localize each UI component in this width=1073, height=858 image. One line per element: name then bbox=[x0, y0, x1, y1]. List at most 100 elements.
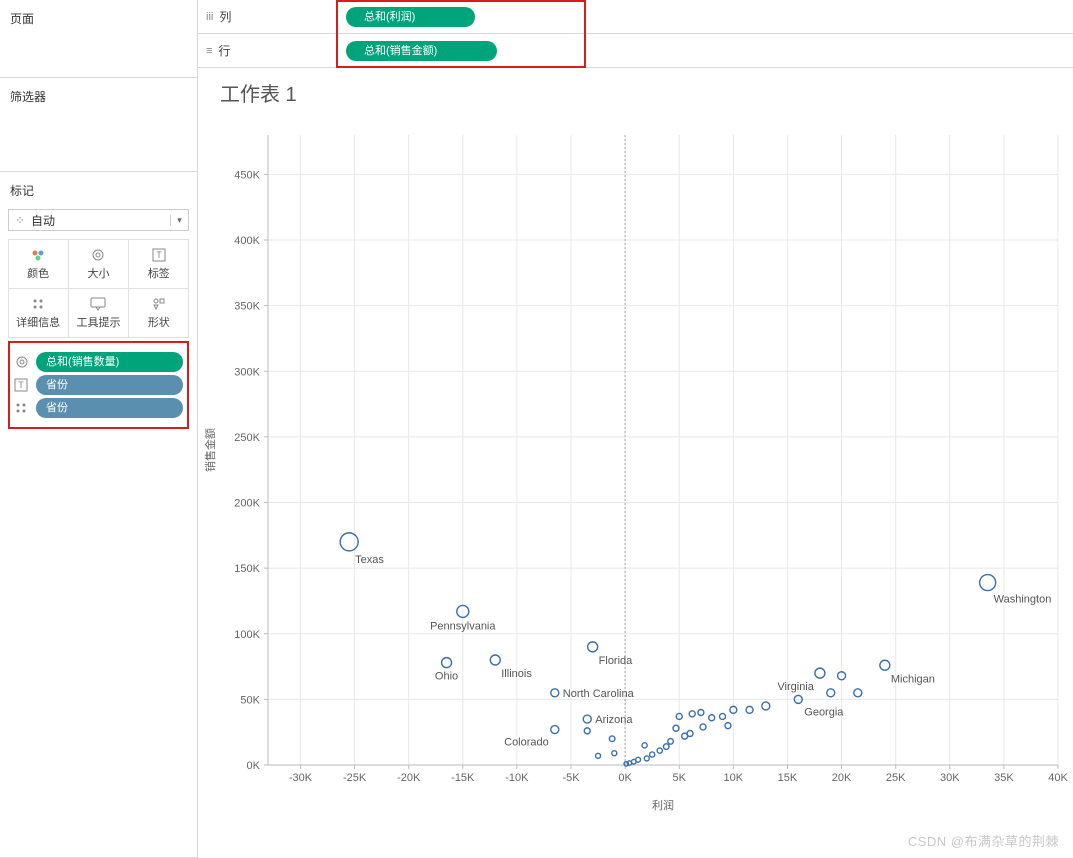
data-point[interactable] bbox=[663, 744, 669, 750]
data-point[interactable] bbox=[980, 575, 996, 591]
marks-type-dropdown[interactable]: ⁘ 自动 ▾ bbox=[8, 209, 189, 231]
data-point[interactable] bbox=[698, 710, 704, 716]
drop-size-sales-qty[interactable]: 总和(销售数量) bbox=[36, 352, 183, 372]
shape-auto-icon: ⁘ bbox=[9, 214, 31, 227]
svg-text:400K: 400K bbox=[234, 235, 260, 247]
svg-text:20K: 20K bbox=[832, 772, 852, 784]
data-point[interactable] bbox=[815, 668, 825, 678]
data-point[interactable] bbox=[490, 655, 500, 665]
data-point[interactable] bbox=[709, 715, 715, 721]
marks-color-icon bbox=[31, 247, 45, 263]
marks-title: 标记 bbox=[8, 178, 189, 203]
svg-text:0K: 0K bbox=[247, 760, 261, 772]
point-label: Illinois bbox=[501, 668, 532, 680]
data-point[interactable] bbox=[854, 689, 862, 697]
svg-text:35K: 35K bbox=[994, 772, 1014, 784]
marks-label-icon: T bbox=[152, 247, 166, 263]
worksheet-title[interactable]: 工作表 1 bbox=[198, 78, 1073, 107]
marks-color-label: 颜色 bbox=[27, 265, 49, 281]
data-point[interactable] bbox=[642, 743, 647, 748]
visualization-area: 工作表 1 -30K-25K-20K-15K-10K-5K0K5K10K15K2… bbox=[198, 68, 1073, 858]
data-point[interactable] bbox=[624, 762, 628, 766]
data-point[interactable] bbox=[689, 711, 695, 717]
marks-shape[interactable]: 形状 bbox=[128, 288, 189, 338]
data-point[interactable] bbox=[673, 725, 679, 731]
marks-detail[interactable]: 详细信息 bbox=[8, 288, 69, 338]
data-point[interactable] bbox=[340, 533, 358, 551]
data-point[interactable] bbox=[746, 706, 753, 713]
svg-text:利润: 利润 bbox=[652, 798, 674, 812]
drop-detail-province[interactable]: 省份 bbox=[36, 398, 183, 418]
data-point[interactable] bbox=[551, 689, 559, 697]
svg-text:-10K: -10K bbox=[505, 772, 529, 784]
svg-text:-30K: -30K bbox=[289, 772, 313, 784]
data-point[interactable] bbox=[700, 724, 706, 730]
data-point[interactable] bbox=[612, 751, 617, 756]
marks-detail-icon bbox=[31, 296, 45, 312]
svg-text:40K: 40K bbox=[1048, 772, 1068, 784]
columns-pill-profit[interactable]: 总和(利润) bbox=[346, 7, 475, 27]
data-point[interactable] bbox=[682, 733, 688, 739]
rows-shelf[interactable]: ≡ 行 总和(销售金额) bbox=[198, 34, 1073, 68]
data-point[interactable] bbox=[644, 756, 649, 761]
point-label: Colorado bbox=[504, 737, 549, 749]
data-point[interactable] bbox=[584, 728, 590, 734]
data-point[interactable] bbox=[583, 715, 591, 723]
point-label: Georgia bbox=[804, 706, 844, 718]
svg-text:10K: 10K bbox=[724, 772, 744, 784]
svg-text:T: T bbox=[18, 380, 24, 390]
drop-label-province-icon: T bbox=[14, 378, 30, 392]
rows-icon: ≡ bbox=[206, 45, 212, 57]
svg-text:0K: 0K bbox=[618, 772, 632, 784]
svg-text:300K: 300K bbox=[234, 366, 260, 378]
point-label: Arizona bbox=[595, 714, 633, 726]
data-point[interactable] bbox=[596, 753, 601, 758]
data-point[interactable] bbox=[668, 739, 674, 745]
data-point[interactable] bbox=[442, 658, 452, 668]
data-point[interactable] bbox=[657, 748, 662, 753]
pages-title: 页面 bbox=[8, 6, 189, 31]
data-point[interactable] bbox=[609, 736, 615, 742]
scatter-chart[interactable]: -30K-25K-20K-15K-10K-5K0K5K10K15K20K25K3… bbox=[198, 115, 1068, 815]
data-point[interactable] bbox=[725, 723, 731, 729]
marks-label-label: 标签 bbox=[148, 265, 170, 281]
columns-icon: iii bbox=[206, 11, 213, 23]
svg-text:-15K: -15K bbox=[451, 772, 475, 784]
marks-size-icon bbox=[90, 247, 106, 263]
marks-label[interactable]: T 标签 bbox=[128, 239, 189, 289]
point-label: Washington bbox=[994, 594, 1052, 606]
marks-panel: 标记 ⁘ 自动 ▾ 颜色大小T标签详细信息工具提示形状 总和(销售数量)T省份省… bbox=[0, 172, 197, 858]
rows-pill-sales[interactable]: 总和(销售金额) bbox=[346, 41, 497, 61]
marks-tooltip-icon bbox=[90, 296, 106, 312]
svg-text:250K: 250K bbox=[234, 432, 260, 444]
point-label: Ohio bbox=[435, 671, 458, 683]
drop-label-province[interactable]: 省份 bbox=[36, 375, 183, 395]
point-label: Texas bbox=[355, 554, 384, 566]
svg-text:450K: 450K bbox=[234, 169, 260, 181]
svg-text:50K: 50K bbox=[240, 694, 260, 706]
svg-text:25K: 25K bbox=[886, 772, 906, 784]
pages-panel: 页面 bbox=[0, 0, 197, 78]
data-point[interactable] bbox=[762, 702, 770, 710]
data-point[interactable] bbox=[880, 660, 890, 670]
svg-text:-25K: -25K bbox=[343, 772, 367, 784]
data-point[interactable] bbox=[551, 726, 559, 734]
data-point[interactable] bbox=[588, 642, 598, 652]
data-point[interactable] bbox=[827, 689, 835, 697]
svg-text:5K: 5K bbox=[672, 772, 686, 784]
marks-tooltip[interactable]: 工具提示 bbox=[68, 288, 129, 338]
columns-shelf[interactable]: iii 列 总和(利润) bbox=[198, 0, 1073, 34]
drop-size-sales-qty-icon bbox=[14, 355, 30, 369]
chevron-down-icon: ▾ bbox=[170, 215, 188, 226]
marks-tooltip-label: 工具提示 bbox=[76, 314, 120, 330]
marks-color[interactable]: 颜色 bbox=[8, 239, 69, 289]
svg-text:销售金额: 销售金额 bbox=[203, 428, 217, 472]
marks-detail-label: 详细信息 bbox=[16, 314, 60, 330]
filters-title: 筛选器 bbox=[8, 84, 189, 109]
svg-text:100K: 100K bbox=[234, 629, 260, 641]
data-point[interactable] bbox=[650, 752, 655, 757]
data-point[interactable] bbox=[720, 713, 726, 719]
point-label: Michigan bbox=[891, 673, 935, 685]
marks-size[interactable]: 大小 bbox=[68, 239, 129, 289]
svg-text:-5K: -5K bbox=[562, 772, 580, 784]
